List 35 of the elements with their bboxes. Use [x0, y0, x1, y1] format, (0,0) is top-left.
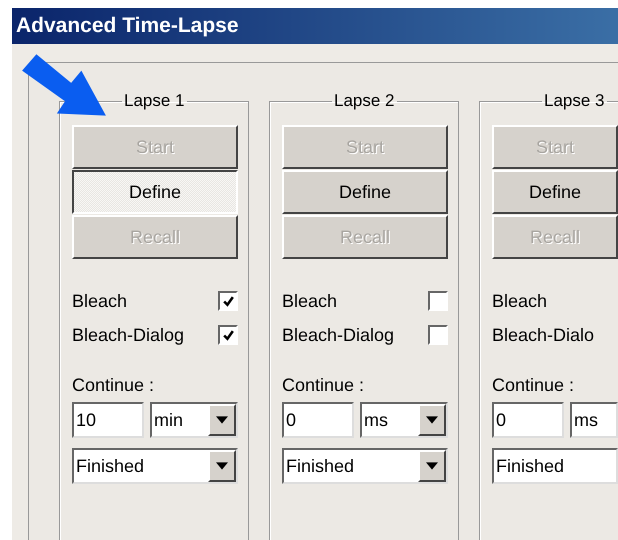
checkbox[interactable]: [218, 291, 238, 311]
checkbox-label: Bleach: [72, 290, 128, 312]
dropdown-arrow-icon: [426, 416, 438, 424]
status-dropdown[interactable]: Finished: [72, 448, 238, 484]
define-button[interactable]: Define: [492, 170, 618, 214]
status-dropdown[interactable]: Finished: [282, 448, 448, 484]
window-title: Advanced Time-Lapse: [16, 14, 239, 38]
checkbox[interactable]: [428, 325, 448, 345]
define-button[interactable]: Define: [72, 170, 238, 214]
number-field[interactable]: 0: [492, 402, 564, 438]
continue-label: Continue :: [492, 375, 576, 396]
number-field[interactable]: 0: [282, 402, 354, 438]
unit-dropdown[interactable]: min: [150, 402, 238, 438]
dropdown-arrow-icon: [426, 462, 438, 470]
checkmark-icon: [222, 328, 234, 342]
continue-label: Continue :: [72, 375, 156, 396]
checkbox-label: Bleach-Dialog: [72, 324, 184, 346]
unit-dropdown[interactable]: ms: [360, 402, 448, 438]
dropdown-arrow-icon: [216, 462, 228, 470]
number-field[interactable]: 10: [72, 402, 144, 438]
checkbox-label: Bleach-Dialo: [492, 324, 594, 346]
checkbox[interactable]: [218, 325, 238, 345]
dropdown-arrow-icon: [216, 416, 228, 424]
status-dropdown[interactable]: Finished: [492, 448, 618, 484]
unit-dropdown[interactable]: ms: [570, 402, 618, 438]
checkmark-icon: [222, 294, 234, 308]
group-title: Lapse 2: [333, 91, 396, 111]
checkbox-label: Bleach-Dialog: [282, 324, 394, 346]
group-title: Lapse 3: [543, 91, 606, 111]
continue-label: Continue :: [282, 375, 366, 396]
group-title: Lapse 1: [123, 91, 186, 111]
checkbox[interactable]: [428, 291, 448, 311]
define-button[interactable]: Define: [282, 170, 448, 214]
checkbox-label: Bleach: [492, 290, 548, 312]
checkbox-label: Bleach: [282, 290, 338, 312]
